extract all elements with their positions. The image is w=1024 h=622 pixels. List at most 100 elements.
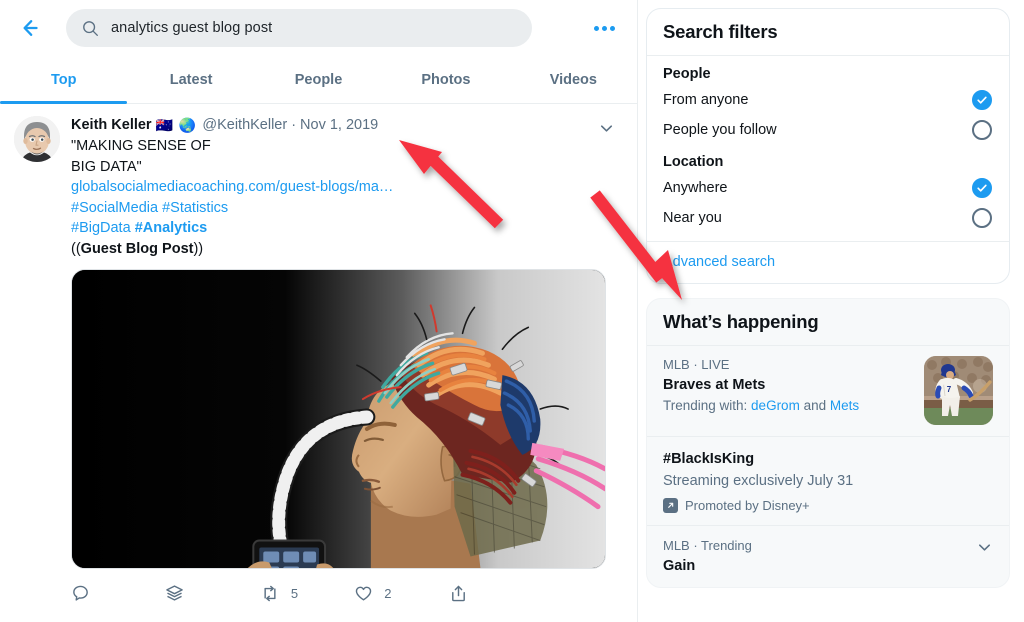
tweet-last-close: )) xyxy=(193,240,204,257)
search-filters-card: Search filters People From anyone People… xyxy=(646,8,1010,284)
tab-people-label: People xyxy=(294,71,343,88)
check-icon xyxy=(977,96,987,104)
more-horizontal-icon xyxy=(593,25,599,31)
tweet-separator: · xyxy=(291,117,297,133)
reply-icon xyxy=(73,585,88,601)
trend-item-blackisking[interactable]: #BlackIsKing Streaming exclusively July … xyxy=(647,437,1009,525)
tweet-body: Keith Keller 🇦🇺 🌏 @KeithKeller · Nov 1, … xyxy=(60,116,623,615)
tweet-header: Keith Keller 🇦🇺 🌏 @KeithKeller · Nov 1, … xyxy=(71,116,623,135)
filter-option-from-anyone-label: From anyone xyxy=(663,92,749,108)
hashtag-statistics[interactable]: #Statistics xyxy=(162,200,228,216)
heart-icon xyxy=(355,586,372,600)
radio-from-anyone[interactable] xyxy=(972,90,992,110)
more-dot-2 xyxy=(601,25,607,31)
hashtag-socialmedia[interactable]: #SocialMedia xyxy=(71,200,158,216)
tweet-date[interactable]: Nov 1, 2019 xyxy=(300,116,378,135)
retweet-button[interactable]: 5 xyxy=(260,584,354,603)
like-count: 2 xyxy=(384,585,392,601)
tweet-author-name[interactable]: Keith Keller xyxy=(71,116,152,135)
whats-happening-card: What’s happening MLB · LIVE Braves at Me… xyxy=(646,298,1010,588)
tab-top-label: Top xyxy=(50,71,77,88)
radio-people-you-follow[interactable] xyxy=(972,120,992,140)
trend-promoted-label-2: Promoted by Disney+ xyxy=(685,498,810,513)
tweet-line-2: BIG DATA" xyxy=(71,158,142,175)
search-filters-title: Search filters xyxy=(663,21,778,42)
radio-anywhere[interactable] xyxy=(972,178,992,198)
check-icon-2 xyxy=(977,184,987,192)
tab-photos-label: Photos xyxy=(421,71,471,88)
tab-latest[interactable]: Latest xyxy=(127,56,254,103)
trend-caret-button-3[interactable] xyxy=(976,539,993,561)
whats-happening-title: What’s happening xyxy=(663,311,819,332)
trend-title-2: #BlackIsKing xyxy=(663,451,755,467)
arrow-left-icon xyxy=(23,20,38,36)
svg-text:7: 7 xyxy=(947,385,952,394)
external-link-icon xyxy=(663,498,678,513)
tweet-line-1: "MAKING SENSE OF xyxy=(71,138,211,154)
tab-top[interactable]: Top xyxy=(0,56,128,104)
tab-videos[interactable]: Videos xyxy=(510,56,637,103)
trend-promoted-row-2: Promoted by Disney+ xyxy=(663,498,993,513)
chevron-down-icon xyxy=(600,125,613,132)
trend-meta: MLB · LIVE xyxy=(663,357,730,372)
tab-photos[interactable]: Photos xyxy=(382,56,509,103)
filter-option-near-you-label: Near you xyxy=(663,210,722,226)
trend-item-gain[interactable]: MLB · Trending Gain xyxy=(647,526,1009,587)
search-tabs: Top Latest People Photos Videos xyxy=(0,56,637,104)
twitter-search-page: analytics guest blog post Top Latest Peo… xyxy=(0,0,1024,622)
filter-option-anywhere-label: Anywhere xyxy=(663,180,728,196)
advanced-search-link[interactable]: Advanced search xyxy=(663,254,775,270)
filter-option-near-you[interactable]: Near you xyxy=(647,203,1009,237)
trend-sub-prefix: Trending with: xyxy=(663,398,752,413)
tab-people[interactable]: People xyxy=(255,56,382,103)
chevron-down-icon-2 xyxy=(978,544,991,551)
avatar-image xyxy=(14,116,60,162)
hashtag-analytics[interactable]: #Analytics xyxy=(135,220,208,236)
like-button[interactable]: 2 xyxy=(354,584,448,603)
trend-sub-link-degrom[interactable]: deGrom xyxy=(751,398,800,413)
trend-item-braves-at-mets[interactable]: MLB · LIVE Braves at Mets Trending with:… xyxy=(647,346,1009,436)
bookmark-button[interactable] xyxy=(165,584,259,603)
main-column: analytics guest blog post Top Latest Peo… xyxy=(0,0,638,622)
avatar[interactable] xyxy=(14,116,60,162)
radio-near-you[interactable] xyxy=(972,208,992,228)
search-header: analytics guest blog post xyxy=(0,0,637,56)
tweet[interactable]: Keith Keller 🇦🇺 🌏 @KeithKeller · Nov 1, … xyxy=(0,104,637,615)
share-button[interactable] xyxy=(449,584,543,603)
share-icon xyxy=(451,585,465,601)
tab-latest-label: Latest xyxy=(169,71,213,88)
tweet-last-bold: Guest Blog Post xyxy=(80,240,194,257)
right-sidebar: Search filters People From anyone People… xyxy=(638,0,1024,622)
trend-main: MLB · LIVE Braves at Mets Trending with:… xyxy=(663,356,914,425)
trend-thumbnail[interactable]: 7 xyxy=(924,356,993,425)
tweet-text: "MAKING SENSE OF BIG DATA" globalsocialm… xyxy=(71,136,623,259)
more-options-button[interactable] xyxy=(587,11,621,45)
tweet-media[interactable] xyxy=(71,269,606,569)
filter-option-people-you-follow-label: People you follow xyxy=(663,122,777,138)
filter-group-people-label: People xyxy=(663,66,711,82)
tweet-author-badges: 🇦🇺 🌏 xyxy=(155,117,198,133)
trend-title-3: Gain xyxy=(663,558,696,574)
trend-subtitle: Trending with: deGrom and Mets xyxy=(663,396,914,415)
search-input-value: analytics guest blog post xyxy=(111,20,273,36)
tweet-author-handle[interactable]: @KeithKeller xyxy=(202,116,287,135)
tweet-caret-button[interactable] xyxy=(598,120,615,142)
tweet-last-open: (( xyxy=(71,240,81,257)
advanced-search-row[interactable]: Advanced search xyxy=(647,242,1009,283)
trend-sub-link-mets[interactable]: Mets xyxy=(830,398,859,413)
trend-thumbnail-image: 7 xyxy=(924,356,993,425)
trend-title: Braves at Mets xyxy=(663,377,766,393)
hashtag-bigdata[interactable]: #BigData xyxy=(71,220,131,236)
back-button[interactable] xyxy=(14,9,52,47)
filter-group-location-label: Location xyxy=(663,154,724,170)
tweet-media-image xyxy=(72,270,605,568)
search-input[interactable]: analytics guest blog post xyxy=(66,9,532,47)
trend-streaming-2: Streaming exclusively July 31 xyxy=(663,473,854,489)
more-dot-3 xyxy=(609,25,615,31)
tweet-link[interactable]: globalsocialmediacoaching.com/guest-blog… xyxy=(71,179,393,195)
retweet-count: 5 xyxy=(290,585,299,601)
filter-option-from-anyone[interactable]: From anyone xyxy=(647,85,1009,115)
filter-option-people-you-follow[interactable]: People you follow xyxy=(647,115,1009,145)
reply-button[interactable] xyxy=(71,584,165,603)
filter-option-anywhere[interactable]: Anywhere xyxy=(647,173,1009,203)
